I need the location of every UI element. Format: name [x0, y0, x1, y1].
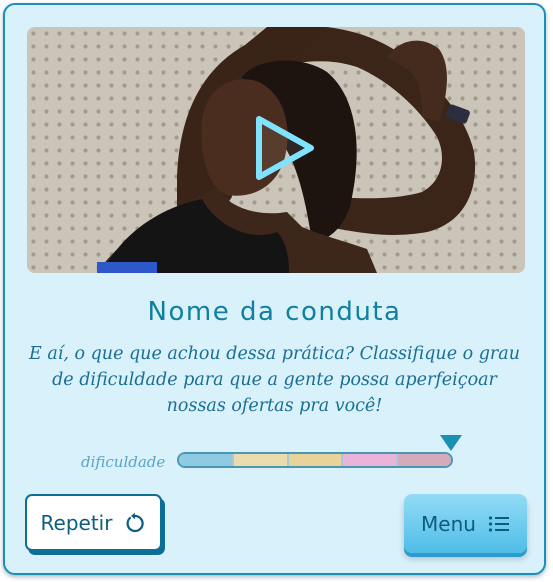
difficulty-scale[interactable]: [177, 452, 453, 468]
page-title: Nome da conduta: [147, 297, 402, 327]
difficulty-level-3[interactable]: [288, 454, 344, 466]
difficulty-level-4[interactable]: [343, 454, 399, 466]
rating-card: Nome da conduta E aí, o que que achou de…: [3, 3, 546, 575]
replay-icon: [124, 512, 146, 534]
menu-button[interactable]: Menu: [404, 494, 527, 553]
video-player[interactable]: [27, 27, 525, 273]
repeat-button-label: Repetir: [40, 510, 113, 535]
difficulty-marker[interactable]: [440, 435, 462, 451]
play-icon[interactable]: [241, 109, 319, 187]
difficulty-level-5[interactable]: [398, 454, 451, 466]
list-icon: [488, 515, 510, 533]
rating-prompt: E aí, o que que achou dessa prática? Cla…: [29, 344, 520, 416]
menu-button-label: Menu: [421, 511, 476, 536]
difficulty-level-2[interactable]: [233, 454, 289, 466]
difficulty-level-1[interactable]: [179, 454, 234, 466]
repeat-button[interactable]: Repetir: [25, 494, 162, 551]
difficulty-label: dificuldade: [81, 453, 166, 471]
